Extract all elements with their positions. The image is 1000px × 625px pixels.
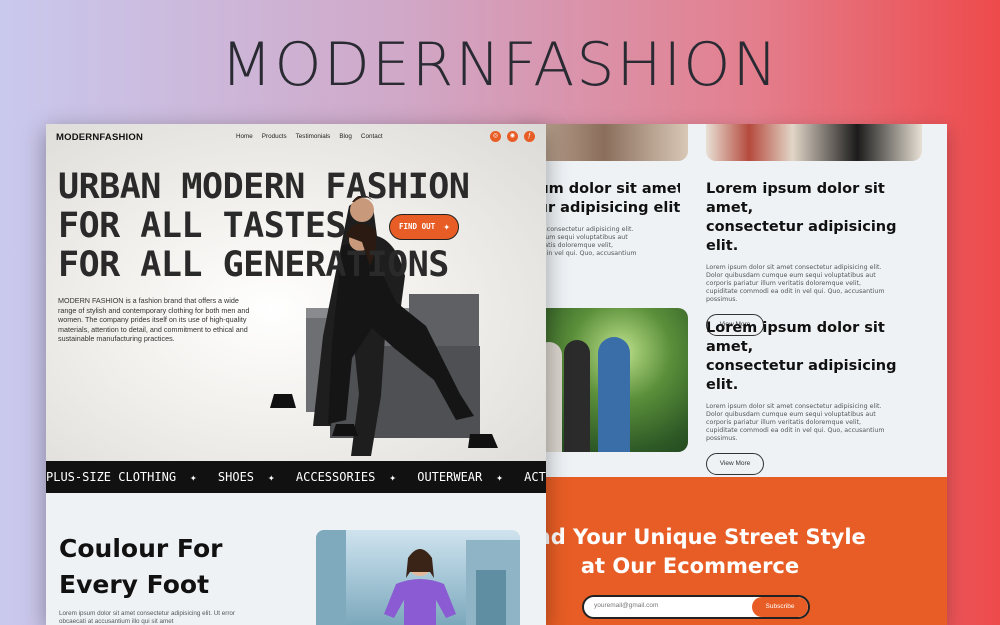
nav-link-products[interactable]: Products	[262, 133, 287, 140]
hero-section: MODERNFASHION Home Products Testimonials…	[46, 124, 546, 461]
nav-link-home[interactable]: Home	[236, 133, 253, 140]
site-logo[interactable]: MODERNFASHION	[56, 132, 143, 143]
nav-link-testimonials[interactable]: Testimonials	[296, 133, 331, 140]
section-title: Coulour For Every Foot	[59, 534, 223, 599]
view-more-button[interactable]: View More	[706, 453, 764, 475]
ticker-item[interactable]: ACTIVEW	[524, 470, 546, 484]
article-title: Lorem ipsum dolor sit amet, consectetur …	[706, 320, 897, 393]
star-icon: ✦	[190, 471, 197, 484]
star-icon: ✦	[268, 471, 275, 484]
facebook-icon[interactable]: ƒ	[524, 131, 535, 142]
instagram-icon[interactable]: ◎	[490, 131, 501, 142]
ticker-item[interactable]: PLUS-SIZE CLOTHING	[46, 470, 176, 484]
article-body: Lorem ipsum dolor sit amet consectetur a…	[706, 264, 885, 303]
subscribe-section: Find Your Unique Street Style at Our Eco…	[520, 477, 947, 625]
blog-photo-top-right	[706, 124, 922, 161]
subscribe-button[interactable]: Subscribe	[752, 597, 808, 617]
article-body: Lorem ipsum dolor sit amet consectetur a…	[706, 403, 885, 442]
find-out-button[interactable]: FIND OUT ✦	[389, 214, 459, 240]
ticker-item[interactable]: OUTERWEAR	[417, 470, 482, 484]
nav-link-contact[interactable]: Contact	[361, 133, 383, 140]
blog-article-2: Lorem ipsum dolor sit amet, consectetur …	[706, 319, 926, 475]
blog-article-1: Lorem ipsum dolor sit amet, consectetur …	[706, 180, 926, 336]
ticker-item[interactable]: ACCESSORIES	[296, 470, 375, 484]
email-input[interactable]: youremail@gmail.com	[594, 602, 658, 609]
home-page-preview: MODERNFASHION Home Products Testimonials…	[46, 124, 546, 625]
hero-description: MODERN FASHION is a fashion brand that o…	[58, 296, 250, 344]
article-title: Lorem ipsum dolor sit amet, consectetur …	[706, 181, 897, 254]
star-icon: ✦	[496, 471, 503, 484]
subscribe-form: youremail@gmail.com Subscribe	[582, 595, 810, 619]
sparkle-icon: ✦	[443, 220, 450, 233]
star-icon: ✦	[389, 471, 396, 484]
blog-page-preview: Lorem ipsum dolor sit amet, consectetur …	[520, 124, 947, 625]
subscribe-title-line-2: at Our Ecommerce	[580, 554, 800, 578]
street-style-photo	[316, 530, 520, 625]
section-text: Lorem ipsum dolor sit amet consectetur a…	[59, 610, 236, 625]
nav-links: Home Products Testimonials Blog Contact	[236, 133, 383, 140]
colour-section: Coulour For Every Foot Lorem ipsum dolor…	[46, 493, 546, 625]
ticker-item[interactable]: SHOES	[218, 470, 254, 484]
banner-title: MODERNFASHION	[220, 30, 780, 100]
category-ticker: PLUS-SIZE CLOTHING ✦ SHOES ✦ ACCESSORIES ✦ …	[46, 461, 546, 493]
subscribe-title-line-1: Find Your Unique Street Style	[520, 525, 866, 549]
dribbble-icon[interactable]: ◉	[507, 131, 518, 142]
social-icons: ◎ ◉ ƒ	[490, 131, 535, 142]
nav-link-blog[interactable]: Blog	[339, 133, 352, 140]
